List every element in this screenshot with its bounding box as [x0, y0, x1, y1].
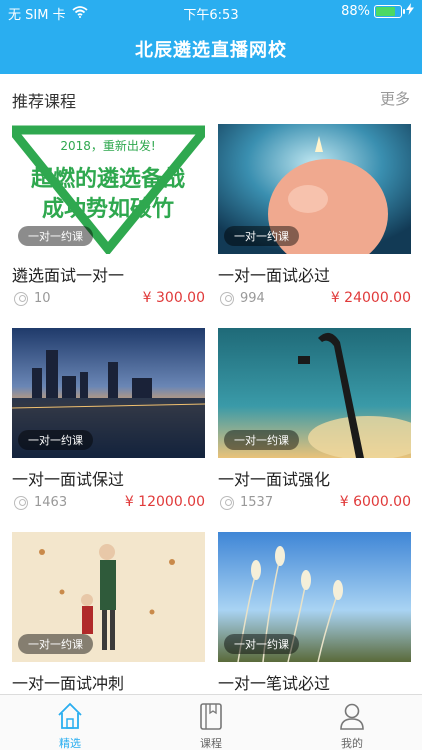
course-card[interactable]: 2018，重新出发! 超燃的遴选备战 成功势如破竹 一对一约课 遴选面试一对一 … [12, 124, 205, 314]
recommended-section-header: 推荐课程 更多 [0, 74, 422, 122]
student-count: 994 [240, 291, 265, 306]
course-meta: 1463 ¥ 12000.00 [12, 494, 205, 514]
course-tag: 一对一约课 [224, 430, 299, 450]
course-meta: 994 ¥ 24000.00 [218, 290, 411, 310]
course-card[interactable]: 一对一约课 一对一面试强化 1537 ¥ 6000.00 [218, 328, 411, 518]
tab-label: 我的 [341, 737, 363, 750]
tab-label: 精选 [59, 737, 81, 750]
course-name: 一对一面试保过 [12, 470, 125, 489]
course-card[interactable]: 一对一约课 一对一笔试必过 [218, 532, 411, 694]
tab-me[interactable]: 我的 [282, 695, 422, 750]
course-price: ¥ 300.00 [142, 290, 205, 306]
student-count: 1463 [34, 495, 68, 510]
poster-line-1: 2018，重新出发! [60, 138, 155, 153]
course-tag: 一对一约课 [18, 634, 93, 654]
user-icon [14, 496, 28, 510]
course-tag: 一对一约课 [224, 634, 299, 654]
course-meta: 1537 ¥ 6000.00 [218, 494, 411, 514]
user-icon [14, 292, 28, 306]
poster-line-3: 成功势如破竹 [42, 196, 174, 222]
poster-line-2: 超燃的遴选备战 [31, 166, 185, 192]
course-name: 一对一面试冲刺 [12, 674, 125, 693]
charging-icon [406, 3, 414, 19]
page-title: 北辰遴选直播网校 [135, 40, 287, 61]
tab-featured[interactable]: 精选 [0, 695, 140, 750]
course-name: 一对一面试必过 [218, 266, 331, 285]
status-bar: 无 SIM 卡 下午6:53 88% [0, 0, 422, 24]
tab-label: 课程 [200, 737, 222, 750]
course-tag: 一对一约课 [224, 226, 299, 246]
course-card[interactable]: 一对一约课 一对一面试冲刺 [12, 532, 205, 694]
section-title: 推荐课程 [12, 92, 77, 111]
course-price: ¥ 12000.00 [124, 494, 205, 510]
course-thumbnail: 一对一约课 [218, 328, 411, 458]
course-name: 一对一笔试必过 [218, 674, 331, 693]
course-price: ¥ 24000.00 [330, 290, 411, 306]
course-tag: 一对一约课 [18, 430, 93, 450]
battery-icon [374, 4, 405, 18]
course-thumbnail: 一对一约课 [218, 124, 411, 254]
course-thumbnail: 一对一约课 [218, 532, 411, 662]
course-card[interactable]: 一对一约课 一对一面试必过 994 ¥ 24000.00 [218, 124, 411, 314]
course-grid: 2018，重新出发! 超燃的遴选备战 成功势如破竹 一对一约课 遴选面试一对一 … [0, 122, 422, 694]
student-count: 1537 [240, 495, 274, 510]
more-link[interactable]: 更多 [380, 88, 410, 109]
user-icon [220, 292, 234, 306]
app-header: 无 SIM 卡 下午6:53 88% 北辰遴选直播网校 [0, 0, 422, 74]
course-tag: 一对一约课 [18, 226, 93, 246]
course-thumbnail: 一对一约课 [12, 532, 205, 662]
user-icon [220, 496, 234, 510]
course-meta: 10 ¥ 300.00 [12, 290, 205, 310]
book-icon [200, 703, 222, 730]
course-card[interactable]: 一对一约课 一对一面试保过 1463 ¥ 12000.00 [12, 328, 205, 518]
user-icon [340, 703, 364, 730]
course-thumbnail: 一对一约课 [12, 328, 205, 458]
course-price: ¥ 6000.00 [339, 494, 411, 510]
course-name: 一对一面试强化 [218, 470, 331, 489]
course-name: 遴选面试一对一 [12, 266, 125, 285]
home-icon [58, 702, 82, 729]
tab-bar: 精选 课程 我的 [0, 694, 422, 750]
student-count: 10 [34, 291, 51, 306]
course-thumbnail: 2018，重新出发! 超燃的遴选备战 成功势如破竹 一对一约课 [12, 124, 205, 254]
battery-percent: 88% [341, 3, 370, 19]
tab-courses[interactable]: 课程 [141, 695, 281, 750]
